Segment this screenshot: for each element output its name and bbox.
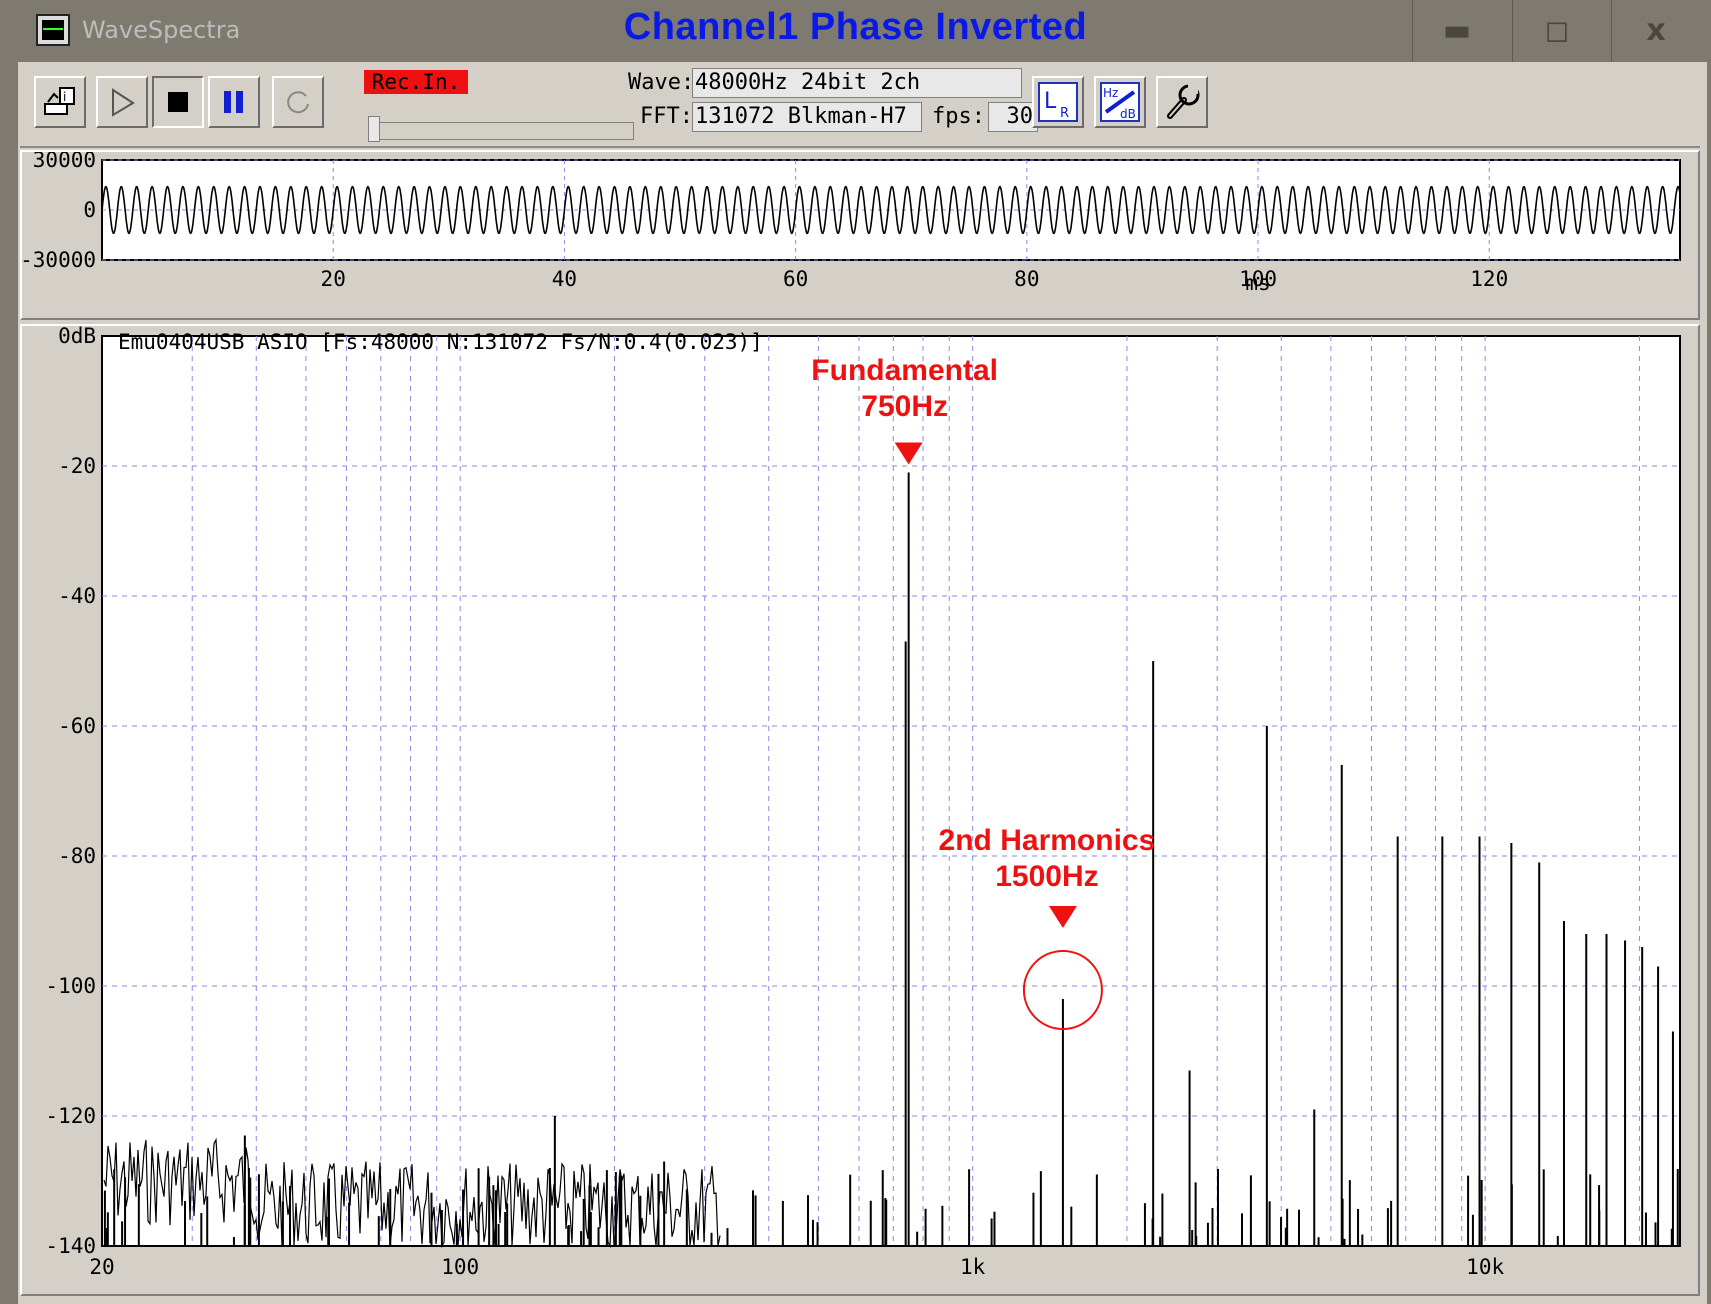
spectrum-y-tick-label: -60 [58,714,96,738]
waveform-x-tick-label: 80 [1014,267,1039,291]
waveform-y-tick-label: -30000 [22,248,96,272]
svg-text:dB: dB [1120,107,1136,121]
window-frame-left [0,0,18,1304]
wave-format-field: 48000Hz 24bit 2ch [692,68,1022,98]
play-icon [112,88,135,117]
svg-text:R: R [1060,106,1069,121]
close-button[interactable]: x [1611,0,1700,62]
pause-button[interactable] [208,76,260,128]
fps-label: fps: [932,104,985,129]
waveform-x-tick-label: 40 [552,267,577,291]
waveform-y-tick-label: 0 [83,198,96,222]
loop-icon [287,91,309,114]
hz-db-scale-icon: Hz dB [1100,82,1140,122]
wave-label: Wave: [628,70,695,95]
svg-text:L: L [1044,89,1057,114]
spectrum-header: Emu0404USB ASIO [Fs:48000 N:131072 Fs/N:… [118,330,763,354]
loop-button[interactable] [272,76,324,128]
spectrum-x-tick-label: 100 [441,1255,479,1279]
waveform-x-tick-label: 60 [783,267,808,291]
harmonic-freq-label: 1500Hz [995,860,1098,893]
harmonic-label: 2nd Harmonics [939,824,1156,857]
hz-db-scale-button[interactable]: Hz dB [1094,76,1146,128]
spectrum-y-tick-label: -20 [58,454,96,478]
waveform-chart[interactable]: 20 40 60 80 100 120300000-30000ms [20,148,1698,318]
spectrum-x-tick-label: 10k [1466,1255,1504,1279]
stop-icon [168,92,188,112]
spectrum-y-tick-label: -100 [45,974,96,998]
waveform-x-tick-label: 20 [321,267,346,291]
spectrum-y-tick-label: -80 [58,844,96,868]
lr-channel-button[interactable]: L R [1032,76,1084,128]
toolbar: i Rec.In. Wave: 48000Hz 24bit 2ch FFT: 1… [20,66,1700,148]
maximize-button[interactable]: ◻ [1512,0,1601,62]
settings-wrench-icon [1167,84,1200,119]
play-button[interactable] [96,76,148,128]
minimize-button[interactable]: ▬ [1412,0,1501,62]
input-level-slider-thumb[interactable] [368,116,380,142]
spectrum-chart[interactable]: 0dB-20-40-60-80-100-120-14020 100 1k 10kFun… [22,324,1698,1294]
waveform-y-tick-label: 30000 [33,152,96,172]
pause-icon [224,91,243,113]
fps-field[interactable]: 30 [988,102,1038,132]
window-frame-right [1707,62,1711,1304]
fundamental-freq-label: 750Hz [861,390,948,423]
svg-text:Hz: Hz [1103,86,1118,100]
spectrum-y-tick-label: -120 [45,1104,96,1128]
waveform-x-tick-label: 120 [1470,267,1508,291]
open-file-button[interactable]: i [34,76,86,128]
title-bar[interactable]: WaveSpectra Channel1 Phase Inverted ▬ ◻ … [0,0,1711,62]
lr-channel-icon: L R [1038,82,1078,122]
settings-button[interactable] [1156,76,1208,128]
waveform-x-unit-label: ms [1245,271,1270,295]
fundamental-label: Fundamental [811,354,998,387]
rec-input-indicator: Rec.In. [364,70,468,94]
fft-setting-field[interactable]: 131072 Blkman-H7 [692,102,922,132]
waveform-pane: 20 40 60 80 100 120 30000 0 -30000 ms [20,148,1700,320]
spectrum-pane: Emu0404USB ASIO [Fs:48000 N:131072 Fs/N:… [20,324,1700,1296]
spectrum-y-tick-label: -40 [58,584,96,608]
input-level-slider[interactable] [376,122,634,140]
spectrum-x-tick-label: 1k [960,1255,986,1279]
spectrum-y-tick-label: 0dB [58,326,96,348]
spectrum-x-tick-label: 20 [89,1255,114,1279]
svg-text:i: i [63,90,66,104]
open-file-icon: i [44,87,75,115]
fft-label: FFT: [640,104,693,129]
stop-button[interactable] [152,76,204,128]
